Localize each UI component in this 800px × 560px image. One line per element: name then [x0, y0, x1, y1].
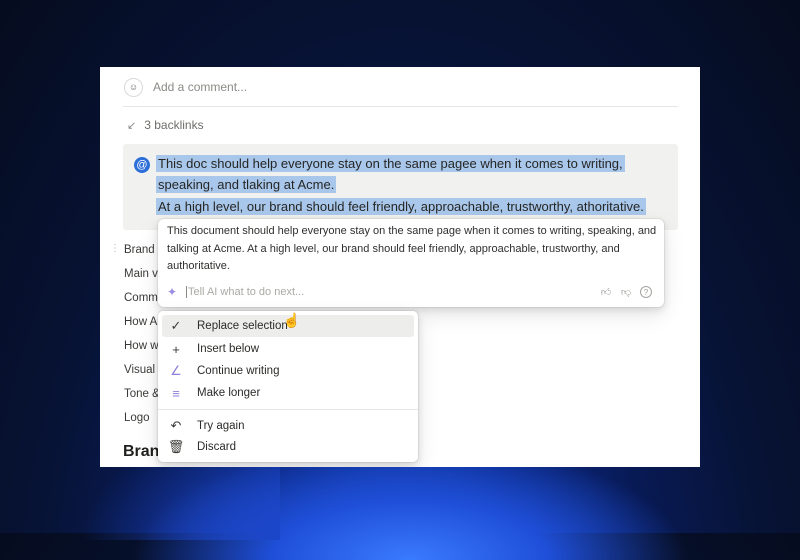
toc-item[interactable]: Brand — [124, 238, 160, 262]
thumbs-up-icon[interactable]: 👍︎ — [600, 286, 612, 298]
ai-response-text: This document should help everyone stay … — [167, 225, 657, 272]
callout-block[interactable]: @ This doc should help everyone stay on … — [123, 144, 678, 230]
callout-text[interactable]: This doc should help everyone stay on th… — [156, 154, 671, 218]
ai-prompt-row[interactable]: ✦ Tell AI what to do next... 👍︎ 👎︎ ? — [167, 283, 652, 301]
discard-item[interactable]: 🗑︎ Discard — [162, 436, 414, 458]
selected-text-line3: At a high level, our brand should feel f… — [156, 198, 646, 215]
document-window: ☺ Add a comment... ↙ 3 backlinks @ This … — [100, 67, 700, 467]
section-heading: Bran — [123, 443, 160, 460]
menu-item-label: Discard — [197, 441, 236, 453]
backlinks-label: 3 backlinks — [144, 118, 204, 132]
trash-icon: 🗑︎ — [167, 439, 185, 454]
menu-item-label: Continue writing — [197, 365, 280, 377]
text-caret — [186, 286, 187, 298]
toc-item[interactable]: Tone & — [124, 382, 160, 406]
pen-icon: ∠ — [170, 363, 182, 378]
toc-item[interactable]: Main v — [124, 262, 160, 286]
menu-item-label: Insert below — [197, 343, 260, 355]
menu-item-label: Replace selection — [197, 320, 288, 332]
comment-input[interactable]: Add a comment... — [153, 80, 247, 94]
plus-icon: + — [172, 341, 180, 357]
comment-row[interactable]: ☺ Add a comment... — [124, 76, 247, 98]
selected-text-line1: This doc should help everyone stay on th… — [156, 155, 625, 172]
help-icon[interactable]: ? — [640, 286, 652, 298]
insert-below-item[interactable]: + Insert below — [162, 338, 414, 360]
arrow-down-left-icon: ↙ — [127, 119, 137, 132]
table-of-contents: Brand Main v Comm How A How w Visual Ton… — [124, 238, 160, 430]
toc-item[interactable]: How A — [124, 310, 160, 334]
lines-icon: ≡ — [172, 385, 180, 401]
user-avatar-icon: ☺ — [124, 77, 143, 97]
feedback-actions: 👍︎ 👎︎ ? — [600, 286, 652, 298]
thumbs-down-icon[interactable]: 👎︎ — [620, 286, 632, 298]
try-again-item[interactable]: ↶ Try again — [162, 415, 414, 437]
menu-item-label: Try again — [197, 420, 245, 432]
check-icon: ✓ — [170, 318, 182, 333]
continue-writing-item[interactable]: ∠ Continue writing — [162, 360, 414, 382]
menu-item-label: Make longer — [197, 387, 261, 399]
divider — [123, 106, 678, 107]
backlinks-link[interactable]: ↙ 3 backlinks — [127, 118, 204, 132]
toc-item[interactable]: How w — [124, 334, 160, 358]
spiral-icon: @ — [134, 157, 150, 173]
ai-response-panel: This document should help everyone stay … — [158, 219, 664, 307]
undo-icon: ↶ — [170, 418, 182, 433]
menu-divider — [158, 409, 418, 410]
hand-cursor-icon: ☝ — [283, 312, 301, 328]
ai-prompt-input[interactable]: Tell AI what to do next... — [188, 286, 304, 298]
make-longer-item[interactable]: ≡ Make longer — [162, 382, 414, 404]
sparkle-icon: ✦ — [167, 285, 178, 299]
selected-text-line2: speaking, and tlaking at Acme. — [156, 175, 337, 193]
toc-item[interactable]: Logo — [124, 406, 160, 430]
ai-actions-menu: ✓ Replace selection + Insert below ∠ Con… — [158, 311, 418, 462]
toc-item[interactable]: Comm — [124, 286, 160, 310]
toc-item[interactable]: Visual — [124, 358, 160, 382]
